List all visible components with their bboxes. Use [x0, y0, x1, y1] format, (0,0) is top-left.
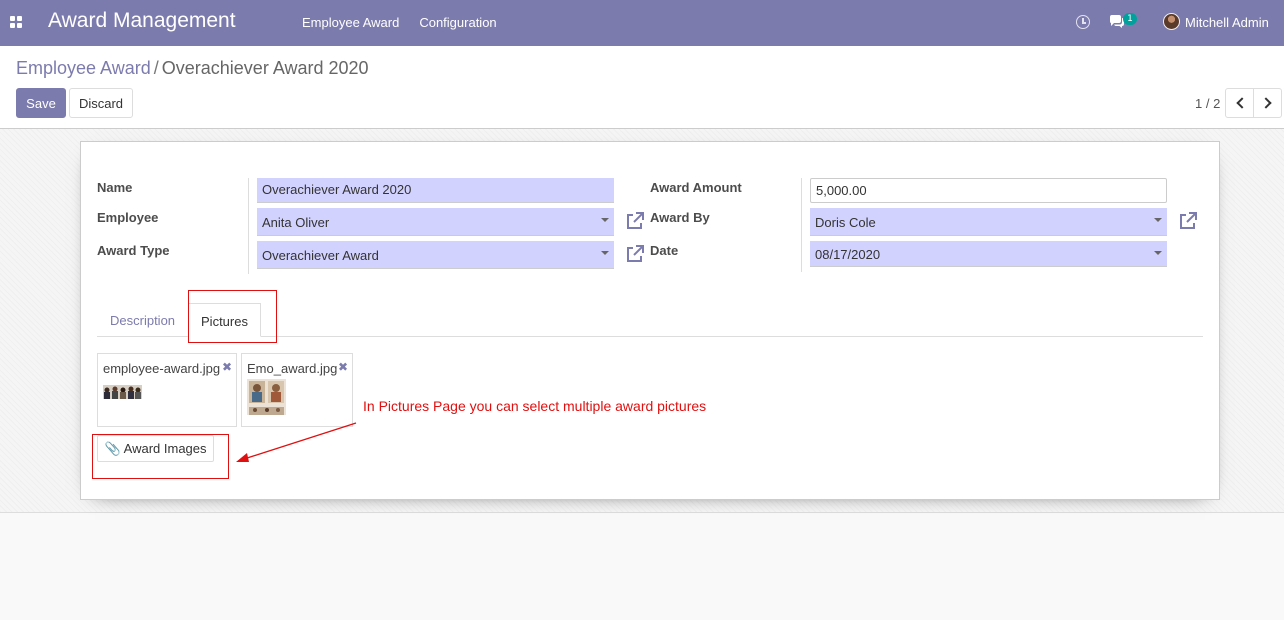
- chevron-right-icon: [1260, 97, 1272, 109]
- discard-button[interactable]: Discard: [69, 88, 133, 118]
- apps-grid-icon[interactable]: [10, 16, 23, 28]
- employee-value: Anita Oliver: [262, 215, 330, 230]
- award-type-label: Award Type: [97, 243, 170, 258]
- tab-description[interactable]: Description: [110, 313, 175, 328]
- award-amount-input[interactable]: 5,000.00: [810, 178, 1167, 203]
- nav-menu: Employee Award Configuration: [292, 0, 507, 46]
- attachment-card[interactable]: Emo_award.jpg ✖: [241, 353, 353, 427]
- attachment-name: Emo_award.jpg: [247, 361, 338, 376]
- breadcrumb-current: Overachiever Award 2020: [161, 58, 369, 78]
- external-link-icon[interactable]: [625, 244, 645, 264]
- menu-configuration[interactable]: Configuration: [409, 0, 506, 46]
- clock-icon[interactable]: [1076, 15, 1090, 29]
- date-value: 08/17/2020: [815, 247, 881, 262]
- left-group-divider: [248, 178, 249, 274]
- breadcrumb: Employee Award / Overachiever Award 2020: [16, 58, 369, 79]
- breadcrumb-separator: /: [153, 58, 159, 78]
- award-type-value: Overachiever Award: [262, 248, 379, 263]
- caret-down-icon: [601, 251, 609, 255]
- annotation-arrow-icon: [236, 422, 357, 462]
- right-group-divider: [801, 178, 802, 272]
- caret-down-icon: [1154, 251, 1162, 255]
- user-menu[interactable]: Mitchell Admin: [1185, 15, 1269, 30]
- attachment-thumbnail[interactable]: [103, 385, 142, 399]
- external-link-icon[interactable]: [1178, 211, 1198, 231]
- top-navbar: Award Management Employee Award Configur…: [0, 0, 1284, 46]
- pager-value[interactable]: 1 / 2: [1195, 96, 1220, 111]
- caret-down-icon: [601, 218, 609, 222]
- user-avatar[interactable]: [1163, 13, 1180, 30]
- control-panel: Employee Award / Overachiever Award 2020 S…: [0, 46, 1284, 129]
- date-input[interactable]: 08/17/2020: [810, 241, 1167, 267]
- pictures-tab-highlight: [188, 290, 277, 343]
- menu-employee-award[interactable]: Employee Award: [292, 0, 409, 46]
- caret-down-icon: [1154, 218, 1162, 222]
- award-by-select[interactable]: Doris Cole: [810, 208, 1167, 236]
- annotation-text: In Pictures Page you can select multiple…: [363, 398, 707, 414]
- pager-previous-button[interactable]: [1225, 88, 1254, 118]
- date-label: Date: [650, 243, 679, 258]
- award-images-highlight: [92, 434, 229, 479]
- chevron-left-icon: [1236, 97, 1248, 109]
- remove-x-icon[interactable]: ✖: [338, 360, 348, 374]
- attachment-thumbnail[interactable]: [247, 379, 286, 415]
- chat-count-badge: 1: [1123, 13, 1137, 25]
- award-amount-label: Award Amount: [650, 180, 742, 195]
- name-input[interactable]: Overachiever Award 2020: [257, 178, 614, 203]
- award-by-label: Award By: [650, 210, 710, 225]
- app-title: Award Management: [48, 9, 236, 32]
- attachment-name: employee-award.jpg: [103, 361, 221, 376]
- pager-next-button[interactable]: [1253, 88, 1282, 118]
- award-type-select[interactable]: Overachiever Award: [257, 241, 614, 269]
- employee-select[interactable]: Anita Oliver: [257, 208, 614, 236]
- remove-x-icon[interactable]: ✖: [222, 360, 232, 374]
- external-link-icon[interactable]: [625, 211, 645, 231]
- save-button[interactable]: Save: [16, 88, 66, 118]
- breadcrumb-parent[interactable]: Employee Award: [16, 58, 151, 78]
- employee-label: Employee: [97, 210, 159, 225]
- attachment-card[interactable]: employee-award.jpg ✖: [97, 353, 237, 427]
- name-label: Name: [97, 180, 133, 195]
- award-by-value: Doris Cole: [815, 215, 876, 230]
